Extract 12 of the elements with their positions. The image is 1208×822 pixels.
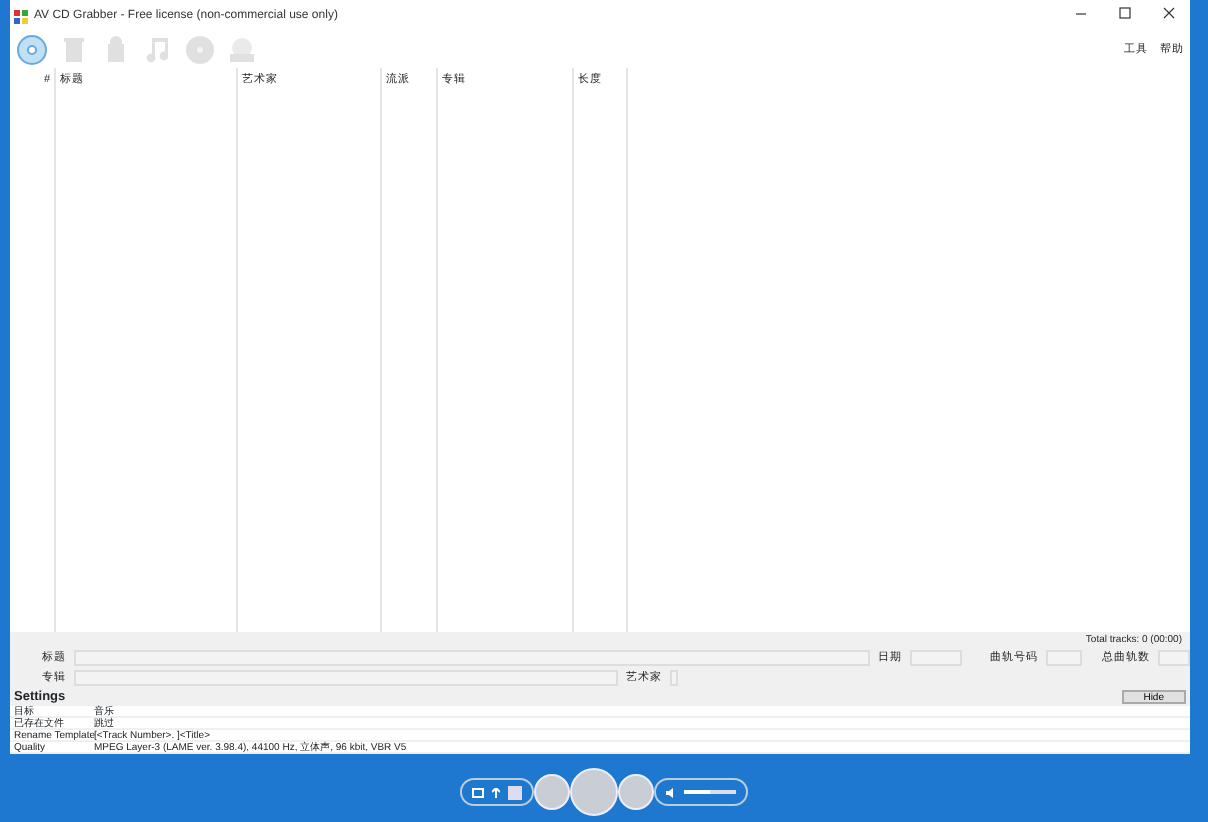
total-tracks-field[interactable] <box>1158 650 1190 666</box>
previous-button[interactable] <box>534 774 570 810</box>
speaker-icon[interactable] <box>666 787 676 797</box>
app-icon <box>14 9 28 23</box>
cd-icon[interactable] <box>16 34 48 66</box>
play-button[interactable] <box>570 768 618 816</box>
repeat-icon[interactable] <box>472 787 484 797</box>
next-button[interactable] <box>618 774 654 810</box>
shuffle-icon[interactable] <box>492 787 500 797</box>
stop-icon[interactable] <box>508 785 522 799</box>
close-icon[interactable] <box>1161 6 1175 21</box>
maximize-icon[interactable] <box>1117 6 1131 21</box>
